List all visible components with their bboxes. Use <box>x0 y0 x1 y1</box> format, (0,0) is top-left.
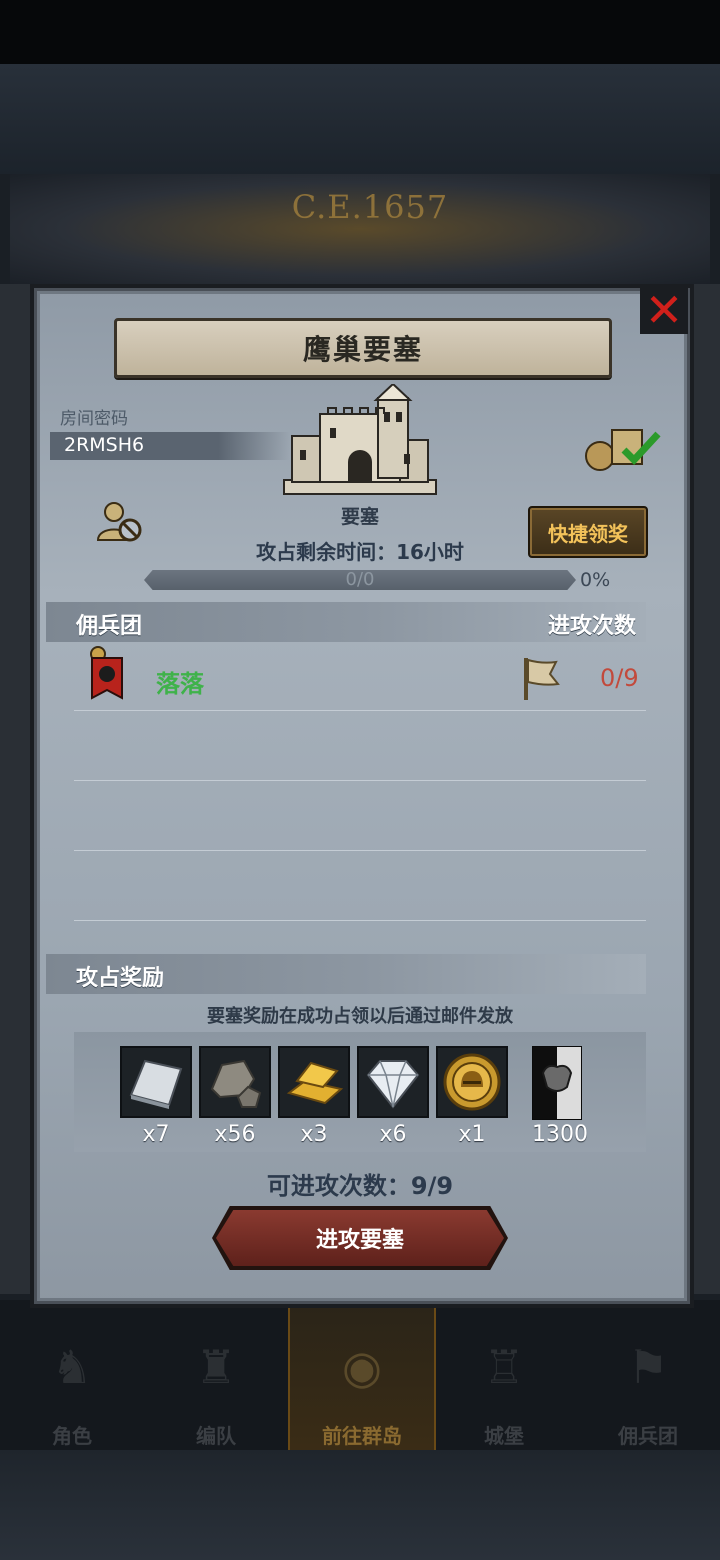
empty-row-divider <box>74 850 646 851</box>
reward-item-diamond[interactable] <box>357 1046 429 1118</box>
status-bar <box>0 0 720 64</box>
attack-count-header: 进攻次数 <box>548 614 637 639</box>
formation-icon: ♜ <box>195 1340 237 1394</box>
fortress-icon <box>283 384 437 495</box>
empty-row-divider <box>74 920 646 921</box>
mercenary-section-title: 佣兵团 <box>76 614 143 639</box>
nav-item-mercenary[interactable]: ⚑ 佣兵团 <box>576 1300 720 1450</box>
occupation-progress-percent: 0% <box>580 569 611 591</box>
attack-fortress-button[interactable]: 进攻要塞 <box>216 1210 504 1266</box>
reward-qty: x3 <box>300 1122 328 1147</box>
member-attack-count: 0/9 <box>600 664 639 692</box>
empty-row-divider <box>74 780 646 781</box>
reward-qty: x6 <box>379 1122 407 1147</box>
reward-qty: x56 <box>214 1122 256 1147</box>
nav-label: 佣兵团 <box>618 1424 678 1448</box>
reward-item-silver[interactable] <box>120 1046 192 1118</box>
guild-banner-icon <box>90 646 123 700</box>
reward-bag-check-icon[interactable] <box>584 424 666 474</box>
world-banner: C.E.1657 <box>10 174 710 286</box>
background-top <box>0 64 720 174</box>
nav-label: 前往群岛 <box>322 1424 402 1448</box>
bull-emblem-icon[interactable] <box>532 1046 582 1120</box>
knight-medal-icon <box>443 1053 501 1111</box>
silver-ingot-icon <box>129 1059 183 1109</box>
reward-item-stone[interactable] <box>199 1046 271 1118</box>
reward-qty: x1 <box>458 1122 486 1147</box>
islands-icon: ◉ <box>341 1340 383 1394</box>
attack-fortress-label: 进攻要塞 <box>315 1228 404 1253</box>
close-button[interactable]: ✕ <box>640 286 688 334</box>
reward-note: 要塞奖励在成功占领以后通过邮件发放 <box>207 1006 513 1027</box>
character-icon: ♞ <box>51 1340 93 1394</box>
dialog-title: 鹰巢要塞 <box>302 333 423 366</box>
nav-item-castle[interactable]: ♖ 城堡 <box>432 1300 576 1450</box>
flag-icon <box>524 658 560 700</box>
background-bottom <box>0 1450 720 1560</box>
reward-item-medal[interactable] <box>436 1046 508 1118</box>
remaining-attempts: 可进攻次数：9/9 <box>266 1172 454 1200</box>
world-year: C.E.1657 <box>291 188 449 226</box>
stone-ore-icon <box>210 1059 262 1108</box>
reward-qty: 1300 <box>532 1122 588 1147</box>
close-icon: ✕ <box>644 283 684 337</box>
diamond-icon <box>366 1060 420 1109</box>
nav-item-islands[interactable]: ◉ 前往群岛 <box>288 1300 436 1450</box>
nav-item-formation[interactable]: ♜ 编队 <box>144 1300 288 1450</box>
gold-bars-icon <box>286 1061 344 1105</box>
reward-qty: x7 <box>142 1122 170 1147</box>
bottom-nav: ♞ 角色 ♜ 编队 ◉ 前往群岛 ♖ 城堡 ⚑ 佣兵团 <box>0 1300 720 1450</box>
occupation-time-left: 攻占剩余时间：16小时 <box>256 540 464 564</box>
nav-label: 城堡 <box>484 1424 524 1448</box>
block-user-icon[interactable] <box>96 500 144 544</box>
mercenary-icon: ⚑ <box>627 1340 669 1394</box>
reward-section-title: 攻占奖励 <box>76 966 165 991</box>
room-code[interactable]: 2RMSH6 <box>64 434 144 456</box>
background-left <box>0 284 30 1294</box>
castle-icon: ♖ <box>483 1340 525 1394</box>
member-name: 落落 <box>156 670 204 698</box>
nav-item-character[interactable]: ♞ 角色 <box>0 1300 144 1450</box>
nav-label: 角色 <box>52 1424 92 1448</box>
dialog-title-plate: 鹰巢要塞 <box>114 318 612 378</box>
nav-label: 编队 <box>196 1424 236 1448</box>
reward-item-gold[interactable] <box>278 1046 350 1118</box>
fortress-label: 要塞 <box>340 506 379 528</box>
occupation-progress-text: 0/0 <box>345 569 375 590</box>
background-right <box>690 284 720 1294</box>
room-code-label: 房间密码 <box>60 409 128 429</box>
